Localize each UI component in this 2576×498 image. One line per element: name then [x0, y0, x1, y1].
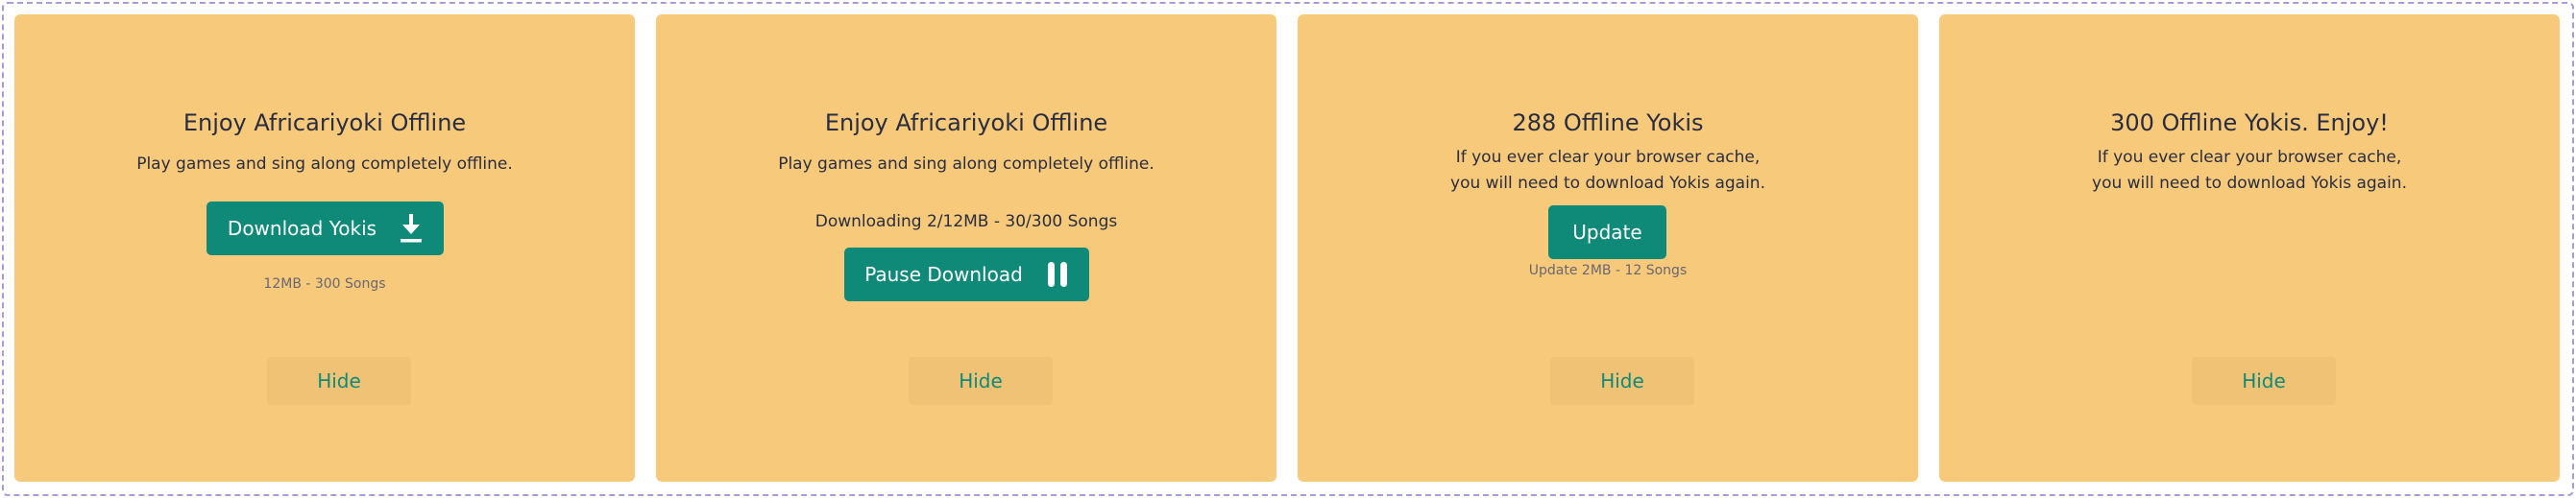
card-description: If you ever clear your browser cache, yo… [1939, 145, 2560, 197]
offline-card-download: Enjoy Africariyoki Offline Play games an… [14, 14, 635, 482]
download-button-label: Download Yokis [227, 217, 377, 240]
offline-card-downloading: Enjoy Africariyoki Offline Play games an… [656, 14, 1276, 482]
offline-card-update: 288 Offline Yokis If you ever clear your… [1298, 14, 1918, 482]
hide-button[interactable]: Hide [267, 357, 411, 405]
description-line: you will need to download Yokis again. [2092, 174, 2407, 193]
description-line: If you ever clear your browser cache, [2097, 148, 2402, 167]
card-title: Enjoy Africariyoki Offline [182, 109, 467, 136]
pause-icon [1046, 261, 1069, 288]
hide-button[interactable]: Hide [1550, 357, 1694, 405]
download-yokis-button[interactable]: Download Yokis [207, 202, 444, 255]
description-line: If you ever clear your browser cache, [1455, 148, 1761, 167]
update-button[interactable]: Update [1548, 205, 1666, 259]
card-title: 300 Offline Yokis. Enjoy! [2110, 109, 2389, 136]
description-line: you will need to download Yokis again. [1450, 174, 1765, 193]
card-description: Play games and sing along completely off… [778, 154, 1154, 174]
pause-button-label: Pause Download [864, 263, 1023, 286]
update-size-note: Update 2MB - 12 Songs [1528, 263, 1688, 278]
hide-button[interactable]: Hide [909, 357, 1053, 405]
hide-button[interactable]: Hide [2192, 357, 2336, 405]
download-size-note: 12MB - 300 Songs [263, 276, 386, 292]
pause-download-button[interactable]: Pause Download [844, 248, 1089, 301]
card-description: If you ever clear your browser cache, yo… [1298, 145, 1918, 197]
card-description: Play games and sing along completely off… [136, 154, 513, 174]
download-icon [400, 214, 423, 243]
card-title: Enjoy Africariyoki Offline [824, 109, 1108, 136]
download-status: Downloading 2/12MB - 30/300 Songs [814, 212, 1118, 231]
offline-card-complete: 300 Offline Yokis. Enjoy! If you ever cl… [1939, 14, 2560, 482]
card-title: 288 Offline Yokis [1512, 109, 1704, 136]
